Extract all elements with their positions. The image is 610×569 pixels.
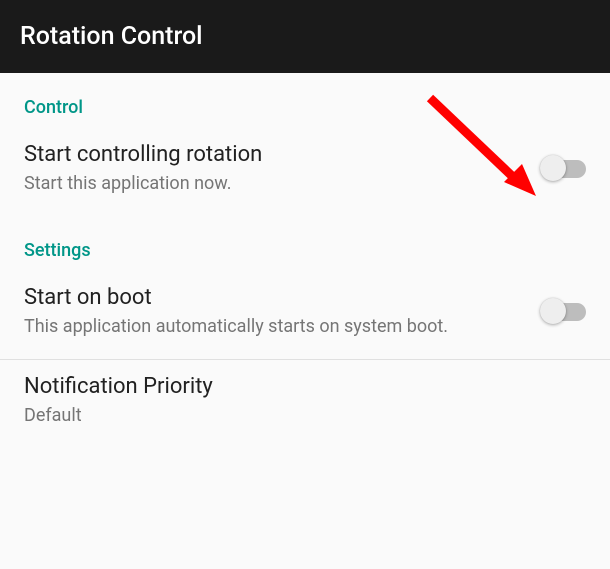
settings-content: Control Start controlling rotation Start… — [0, 73, 610, 449]
setting-start-controlling-rotation[interactable]: Start controlling rotation Start this ap… — [0, 128, 610, 216]
setting-text: Start controlling rotation Start this ap… — [24, 142, 540, 196]
setting-notification-priority[interactable]: Notification Priority Default — [0, 360, 610, 448]
setting-text: Start on boot This application automatic… — [24, 285, 540, 339]
toggle-thumb — [540, 155, 566, 181]
app-bar: Rotation Control — [0, 0, 610, 73]
setting-subtitle: Default — [24, 403, 566, 428]
section-header-control: Control — [0, 73, 610, 128]
setting-title: Notification Priority — [24, 374, 566, 399]
setting-subtitle: This application automatically starts on… — [24, 314, 520, 339]
setting-text: Notification Priority Default — [24, 374, 586, 428]
setting-title: Start controlling rotation — [24, 142, 520, 167]
app-title: Rotation Control — [20, 22, 203, 51]
setting-start-on-boot[interactable]: Start on boot This application automatic… — [0, 271, 610, 359]
toggle-start-on-boot[interactable] — [540, 302, 586, 322]
setting-subtitle: Start this application now. — [24, 171, 520, 196]
toggle-start-controlling[interactable] — [540, 159, 586, 179]
setting-title: Start on boot — [24, 285, 520, 310]
section-header-settings: Settings — [0, 216, 610, 271]
